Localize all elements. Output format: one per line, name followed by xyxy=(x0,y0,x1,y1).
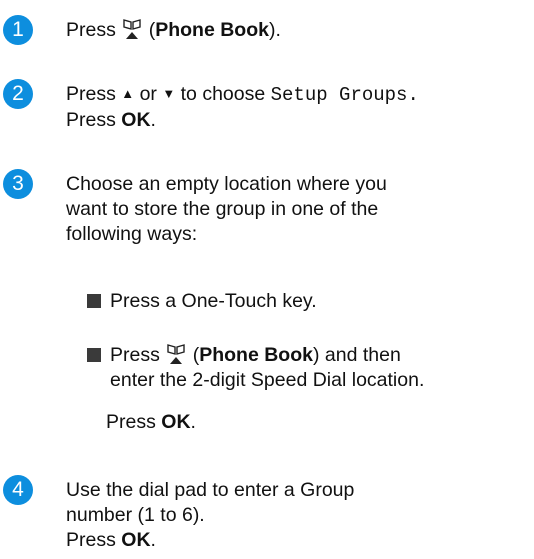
square-bullet-icon xyxy=(87,294,101,308)
press-ok-instruction: Press OK. xyxy=(106,411,196,433)
ok-key-label: OK xyxy=(121,529,151,551)
bullet-text: Press a One-Touch key. xyxy=(110,290,317,312)
up-arrow-icon: ▲ xyxy=(121,86,135,101)
phone-book-icon xyxy=(167,344,185,364)
bullet-text: Press (Phone Book) and then enter the 2-… xyxy=(110,344,425,391)
phone-book-label: Phone Book xyxy=(155,19,269,41)
step-2-text: Press ▲ or ▼ to choose Setup Groups. Pre… xyxy=(66,83,419,131)
step-1-text: Press (Phone Book). xyxy=(66,19,281,41)
step-number-badge: 1 xyxy=(3,15,33,45)
step-4-text: Use the dial pad to enter a Group number… xyxy=(66,479,355,551)
square-bullet-icon xyxy=(87,348,101,362)
ok-key-label: OK xyxy=(161,411,191,433)
step-3-text: Choose an empty location where you want … xyxy=(66,173,387,245)
phone-book-icon xyxy=(123,19,141,39)
phone-book-label: Phone Book xyxy=(199,344,313,366)
ok-key-label: OK xyxy=(121,109,151,131)
step-number-badge: 2 xyxy=(3,79,33,109)
menu-option: Setup Groups. xyxy=(270,84,419,106)
down-arrow-icon: ▼ xyxy=(162,86,176,101)
step-number-badge: 3 xyxy=(3,169,33,199)
step-number-badge: 4 xyxy=(3,475,33,505)
